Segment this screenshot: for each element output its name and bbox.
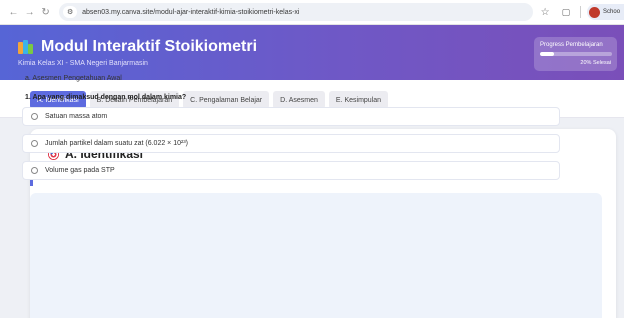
answer-option[interactable]: Satuan massa atom <box>22 107 560 126</box>
progress-bar <box>540 52 612 56</box>
back-icon[interactable]: ← <box>7 5 20 19</box>
radio-button[interactable] <box>31 113 38 120</box>
option-label: Volume gas pada STP <box>45 167 115 174</box>
site-info-icon[interactable]: ⚙ <box>63 6 78 18</box>
profile-label: Schoo <box>603 9 621 15</box>
title-row: Modul Interaktif Stoikiometri <box>18 38 257 56</box>
option-label: Satuan massa atom <box>45 113 108 120</box>
progress-percent: 20% Selesai <box>580 60 611 66</box>
answer-option[interactable]: Volume gas pada STP <box>22 161 560 180</box>
extensions-icon[interactable]: ▢ <box>562 7 571 18</box>
progress-bar-fill <box>540 52 555 56</box>
progress-label: Progress Pembelajaran <box>540 42 603 48</box>
panel-heading: a. Asesmen Pengetahuan Awal <box>25 75 122 82</box>
content-card: A. Identifikasi 1. Peserta Didik <box>30 129 616 318</box>
forward-icon[interactable]: → <box>23 5 36 19</box>
bookmark-star-icon[interactable]: ☆ <box>541 7 550 18</box>
books-icon <box>18 40 34 54</box>
toolbar-divider <box>580 6 582 18</box>
url-text[interactable]: absen03.my.canva.site/modul-ajar-interak… <box>82 9 299 16</box>
profile-avatar <box>589 6 601 18</box>
option-label: Jumlah partikel dalam suatu zat (6.022 ×… <box>45 140 188 147</box>
assessment-panel <box>30 193 602 318</box>
reload-icon[interactable]: ↻ <box>39 5 52 19</box>
module-header: Modul Interaktif Stoikiometri Kimia Kela… <box>0 25 624 80</box>
progress-card: Progress Pembelajaran 20% Selesai <box>534 37 617 71</box>
page-title: Modul Interaktif Stoikiometri <box>41 38 258 55</box>
address-bar[interactable]: ⚙ absen03.my.canva.site/modul-ajar-inter… <box>59 3 533 21</box>
page-subtitle: Kimia Kelas XI - SMA Negeri Banjarmasin <box>18 60 148 67</box>
answer-option[interactable]: Jumlah partikel dalam suatu zat (6.022 ×… <box>22 134 560 153</box>
radio-button[interactable] <box>31 140 38 147</box>
browser-toolbar: ← → ↻ ⚙ absen03.my.canva.site/modul-ajar… <box>0 0 624 25</box>
radio-button[interactable] <box>31 167 38 174</box>
profile-button[interactable]: Schoo <box>587 4 624 20</box>
question-text: 1. Apa yang dimaksud dengan mol dalam ki… <box>25 94 187 101</box>
